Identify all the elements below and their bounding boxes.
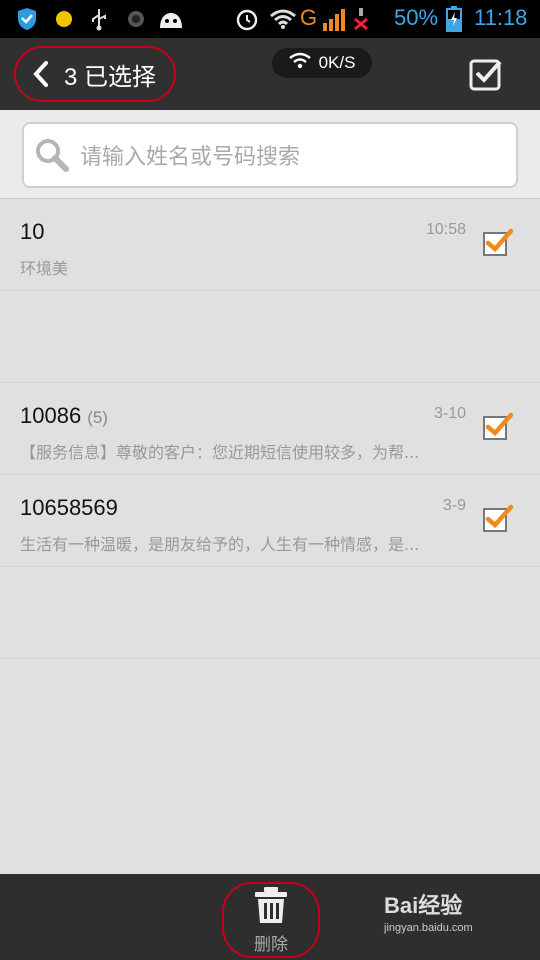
- watermark-url: jingyan.baidu.com: [384, 922, 473, 934]
- sender-name: 10086 (5): [20, 403, 108, 429]
- message-preview: 生活有一种温暖，是朋友给予的，人生有一种情感，是...: [20, 535, 420, 554]
- message-time: 3-10: [433, 405, 466, 422]
- sender-name: 10658569: [20, 495, 118, 520]
- message-preview: 环境美: [20, 259, 69, 278]
- checkbox-checked-icon[interactable]: [482, 503, 514, 535]
- message-row[interactable]: 10086 (5) 3-10 【服务信息】尊敬的客户：您近期短信使用较多，为帮..…: [0, 383, 540, 475]
- delete-label: 删除: [254, 934, 288, 955]
- thread-count: (5): [87, 408, 108, 427]
- message-preview: 【服务信息】尊敬的客户：您近期短信使用较多，为帮...: [20, 443, 420, 462]
- sender-number: 10086: [20, 403, 82, 428]
- sun-icon: [52, 7, 76, 31]
- action-bar: 3 已选择 0K/S: [0, 38, 540, 110]
- select-all-button[interactable]: [466, 56, 506, 96]
- message-time: 3-9: [442, 497, 466, 514]
- empty-row: [0, 291, 540, 383]
- no-sim-icon: [350, 7, 372, 31]
- trash-icon: [253, 886, 289, 928]
- watermark-brand: Bai经验: [384, 893, 463, 918]
- wifi-icon: [288, 52, 311, 75]
- network-type-label: G: [300, 5, 318, 30]
- message-time: 10:58: [425, 221, 466, 238]
- checkbox-checked-icon[interactable]: [482, 227, 514, 259]
- camera-icon: [124, 7, 148, 31]
- wifi-icon: [268, 7, 298, 31]
- battery-percentage: 50%: [394, 5, 439, 30]
- battery-icon: [444, 6, 464, 32]
- page-title: 3 已选择: [64, 63, 157, 91]
- speed-label: 0K/S: [318, 53, 356, 72]
- delete-button[interactable]: 删除: [222, 882, 320, 958]
- search-placeholder: 请输入姓名或号码搜索: [80, 145, 301, 170]
- android-icon: [156, 7, 186, 31]
- usb-icon: [88, 7, 110, 31]
- empty-row: [0, 567, 540, 659]
- search-icon: [34, 137, 70, 173]
- shield-icon: [14, 7, 40, 31]
- chevron-left-icon: [28, 59, 52, 89]
- status-bar: G 50% 11:18: [0, 0, 540, 38]
- network-speed-badge: 0K/S: [272, 48, 372, 78]
- message-row[interactable]: 10658569 3-9 生活有一种温暖，是朋友给予的，人生有一种情感，是...: [0, 475, 540, 567]
- search-section: 请输入姓名或号码搜索: [0, 110, 540, 199]
- clock-time: 11:18: [474, 5, 528, 30]
- back-button[interactable]: 3 已选择: [14, 46, 176, 102]
- checkbox-checked-icon[interactable]: [482, 411, 514, 443]
- checkbox-checked-icon: [468, 56, 504, 96]
- sender-name: 10: [20, 219, 45, 244]
- message-row[interactable]: 10 10:58 环境美: [0, 199, 540, 291]
- watermark: Bai经验 jingyan.baidu.com: [384, 888, 473, 934]
- alarm-icon: [234, 7, 260, 31]
- search-input[interactable]: 请输入姓名或号码搜索: [22, 122, 518, 188]
- signal-icon: [320, 7, 348, 31]
